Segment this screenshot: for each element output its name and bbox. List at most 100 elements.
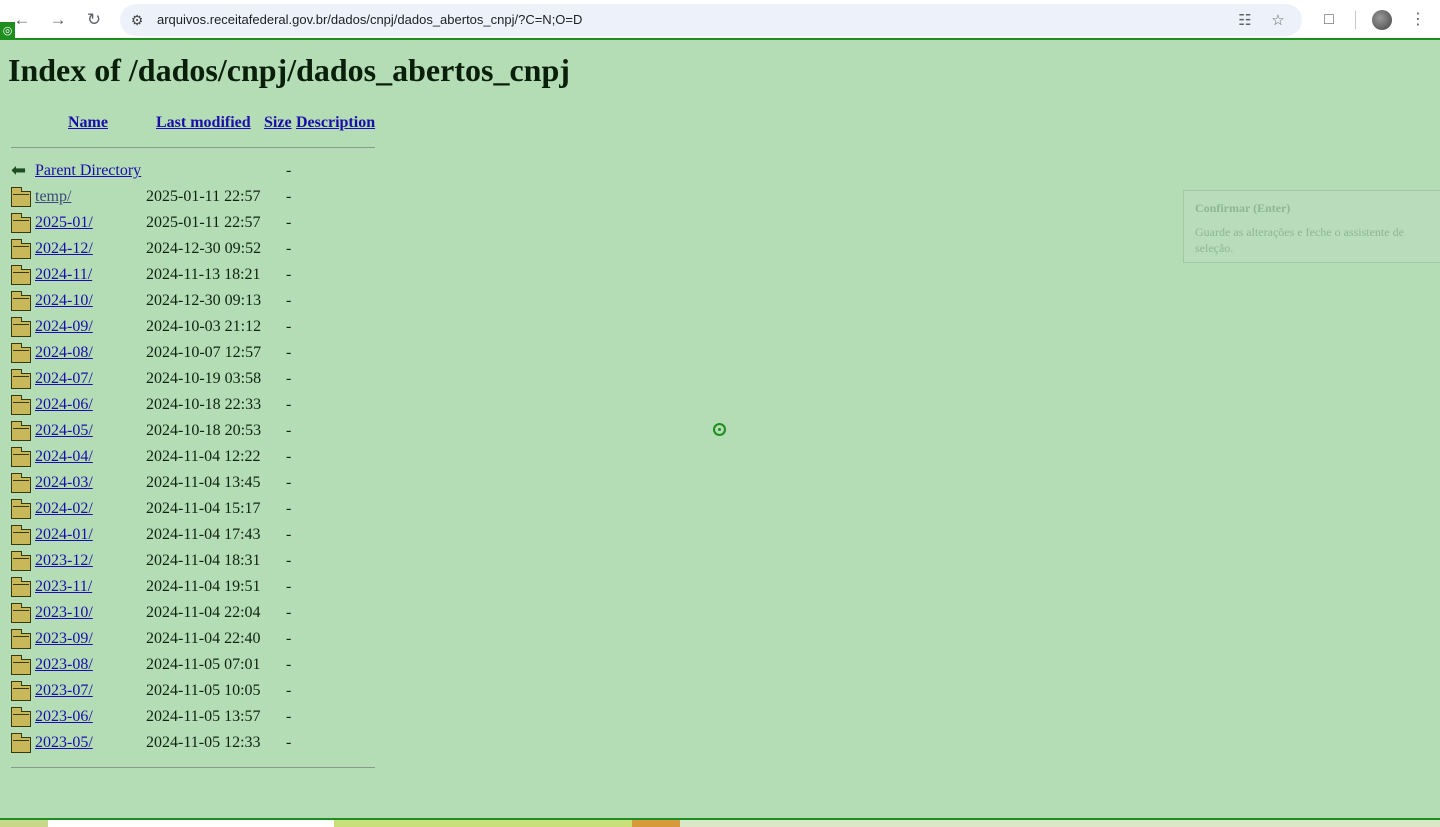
- extension-badge-icon[interactable]: ◎: [0, 22, 15, 39]
- folder-link[interactable]: temp/: [35, 188, 71, 206]
- row-size: -: [286, 500, 292, 517]
- translate-icon[interactable]: ☷: [1235, 11, 1255, 31]
- folder-link[interactable]: 2023-09/: [35, 630, 93, 648]
- folder-link[interactable]: 2023-08/: [35, 656, 93, 674]
- row-size: -: [286, 682, 292, 699]
- folder-link[interactable]: 2023-06/: [35, 708, 93, 726]
- table-row: 2023-07/2024-11-05 10:05 -: [11, 678, 375, 704]
- table-row: 2024-07/2024-10-19 03:58 -: [11, 366, 375, 392]
- star-icon[interactable]: ☆: [1268, 11, 1288, 31]
- table-row: 2024-02/2024-11-04 15:17 -: [11, 496, 375, 522]
- selection-assistant-tooltip[interactable]: Confirmar (Enter) Guarde as alterações e…: [1183, 190, 1440, 263]
- header-divider: [11, 147, 375, 148]
- table-row: 2023-10/2024-11-04 22:04 -: [11, 600, 375, 626]
- site-settings-icon[interactable]: ⚙: [128, 11, 146, 29]
- row-last-modified: 2024-11-04 13:45: [146, 474, 261, 491]
- parent-directory-row: ⬅ Parent Directory -: [11, 158, 375, 184]
- table-row: 2024-05/2024-10-18 20:53 -: [11, 418, 375, 444]
- row-last-modified: 2024-11-04 19:51: [146, 578, 261, 595]
- table-row: 2025-01/2025-01-11 22:57 -: [11, 210, 375, 236]
- row-last-modified: 2024-10-03 21:12: [146, 318, 262, 335]
- folder-link[interactable]: 2023-07/: [35, 682, 93, 700]
- folder-icon: [11, 447, 31, 467]
- folder-link[interactable]: 2023-11/: [35, 578, 92, 596]
- sort-by-description-link[interactable]: Description: [296, 114, 375, 132]
- folder-link[interactable]: 2024-07/: [35, 370, 93, 388]
- row-last-modified: 2024-12-30 09:13: [146, 292, 262, 309]
- folder-icon: [11, 369, 31, 389]
- browser-toolbar: ← → ↻ ⚙ arquivos.receitafederal.gov.br/d…: [0, 0, 1440, 40]
- row-last-modified: 2024-12-30 09:52: [146, 240, 262, 257]
- folder-link[interactable]: 2024-08/: [35, 344, 93, 362]
- puzzle-icon[interactable]: □: [1318, 9, 1340, 31]
- folder-icon: [11, 239, 31, 259]
- sort-by-last-modified-link[interactable]: Last modified: [156, 114, 251, 132]
- folder-icon: [11, 473, 31, 493]
- row-size: -: [286, 292, 292, 309]
- table-row: 2024-11/2024-11-13 18:21 -: [11, 262, 375, 288]
- row-size: -: [286, 344, 292, 361]
- row-size: -: [286, 552, 292, 569]
- row-last-modified: 2024-11-04 17:43: [146, 526, 261, 543]
- address-bar[interactable]: ⚙ arquivos.receitafederal.gov.br/dados/c…: [120, 4, 1302, 36]
- taskbar-segment: [0, 820, 48, 827]
- row-size: -: [286, 630, 292, 647]
- folder-link[interactable]: 2023-05/: [35, 734, 93, 752]
- folder-link[interactable]: 2024-04/: [35, 448, 93, 466]
- row-size: -: [286, 708, 292, 725]
- row-last-modified: 2024-11-04 22:40: [146, 630, 261, 647]
- folder-icon: [11, 213, 31, 233]
- folder-link[interactable]: 2024-09/: [35, 318, 93, 336]
- sort-by-size-link[interactable]: Size: [264, 114, 292, 132]
- footer-divider: [11, 767, 375, 768]
- folder-link[interactable]: 2025-01/: [35, 214, 93, 232]
- folder-link[interactable]: 2024-01/: [35, 526, 93, 544]
- folder-link[interactable]: 2023-10/: [35, 604, 93, 622]
- folder-link[interactable]: 2024-06/: [35, 396, 93, 414]
- page-title: Index of /dados/cnpj/dados_abertos_cnpj: [8, 52, 570, 88]
- parent-directory-link[interactable]: Parent Directory: [35, 162, 141, 180]
- folder-link[interactable]: 2024-03/: [35, 474, 93, 492]
- table-row: 2023-08/2024-11-05 07:01 -: [11, 652, 375, 678]
- table-row: 2023-11/2024-11-04 19:51 -: [11, 574, 375, 600]
- table-row: 2024-06/2024-10-18 22:33 -: [11, 392, 375, 418]
- table-row: 2023-12/2024-11-04 18:31 -: [11, 548, 375, 574]
- url-text[interactable]: arquivos.receitafederal.gov.br/dados/cnp…: [157, 12, 582, 27]
- folder-link[interactable]: 2024-12/: [35, 240, 93, 258]
- table-row: 2024-08/2024-10-07 12:57 -: [11, 340, 375, 366]
- assistant-body: Guarde as alterações e feche o assistent…: [1195, 225, 1404, 255]
- kebab-menu-icon[interactable]: ⋮: [1407, 9, 1429, 31]
- folder-link[interactable]: 2023-12/: [35, 552, 93, 570]
- row-size: -: [286, 526, 292, 543]
- folder-icon: [11, 265, 31, 285]
- table-row: 2024-03/2024-11-04 13:45 -: [11, 470, 375, 496]
- folder-link[interactable]: 2024-11/: [35, 266, 92, 284]
- taskbar-app[interactable]: [632, 820, 680, 827]
- folder-icon: [11, 733, 31, 753]
- folder-icon: [11, 317, 31, 337]
- row-size: -: [286, 240, 292, 257]
- table-row: 2024-04/2024-11-04 12:22 -: [11, 444, 375, 470]
- row-last-modified: 2024-11-04 12:22: [146, 448, 261, 465]
- row-last-modified: 2025-01-11 22:57: [146, 188, 261, 205]
- taskbar-segment: [334, 820, 634, 827]
- row-size: -: [286, 578, 292, 595]
- taskbar-search[interactable]: [48, 820, 334, 827]
- folder-link[interactable]: 2024-02/: [35, 500, 93, 518]
- row-size: -: [286, 162, 292, 179]
- sort-by-name-link[interactable]: Name: [68, 114, 108, 132]
- row-last-modified: 2024-11-05 12:33: [146, 734, 261, 751]
- reload-icon[interactable]: ↻: [82, 8, 106, 32]
- folder-icon: [11, 187, 31, 207]
- avatar[interactable]: [1372, 10, 1392, 30]
- row-size: -: [286, 396, 292, 413]
- table-row: temp/2025-01-11 22:57 -: [11, 184, 375, 210]
- forward-icon[interactable]: →: [46, 8, 70, 32]
- table-row: 2023-06/2024-11-05 13:57 -: [11, 704, 375, 730]
- row-size: -: [286, 266, 292, 283]
- folder-link[interactable]: 2024-10/: [35, 292, 93, 310]
- folder-icon: [11, 707, 31, 727]
- folder-link[interactable]: 2024-05/: [35, 422, 93, 440]
- row-last-modified: 2024-11-05 10:05: [146, 682, 261, 699]
- row-last-modified: 2024-11-13 18:21: [146, 266, 261, 283]
